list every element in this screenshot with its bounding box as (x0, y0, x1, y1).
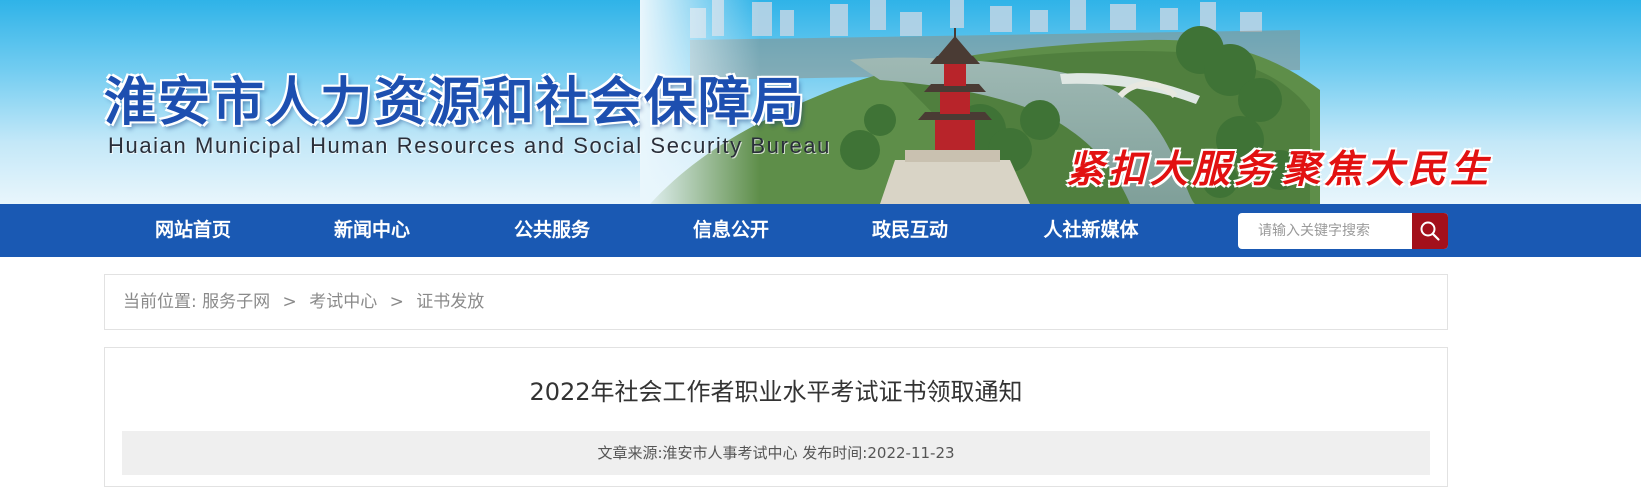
search-button[interactable] (1412, 213, 1448, 249)
site-title: 淮安市人力资源和社会保障局 (104, 72, 807, 133)
breadcrumb-separator: > (389, 292, 404, 312)
slogan-left: 紧扣大服务 (1066, 146, 1277, 191)
nav-item-info-disclosure[interactable]: 信息公开 (656, 204, 806, 257)
nav-item-interaction[interactable]: 政民互动 (835, 204, 985, 257)
article-meta: 文章来源:淮安市人事考试中心 发布时间:2022-11-23 (122, 431, 1430, 475)
article-title: 2022年社会工作者职业水平考试证书领取通知 (529, 378, 1023, 406)
slogan-right: 聚焦大民生 (1282, 146, 1493, 191)
main-nav: 网站首页 新闻中心 公共服务 信息公开 政民互动 人社新媒体 (0, 204, 1641, 257)
date-value: 2022-11-23 (867, 444, 955, 462)
breadcrumb-link-service-subnet[interactable]: 服务子网 (202, 275, 270, 329)
breadcrumb-separator: > (282, 292, 297, 312)
search-box (1238, 213, 1448, 249)
article-container: 2022年社会工作者职业水平考试证书领取通知 文章来源:淮安市人事考试中心 发布… (104, 347, 1448, 487)
search-icon (1420, 221, 1440, 241)
breadcrumb-link-certificate[interactable]: 证书发放 (416, 275, 484, 329)
nav-item-new-media[interactable]: 人社新媒体 (1016, 204, 1166, 257)
breadcrumb-prefix: 当前位置: (123, 292, 197, 312)
breadcrumb-link-exam-center[interactable]: 考试中心 (309, 275, 377, 329)
nav-item-public-service[interactable]: 公共服务 (477, 204, 627, 257)
source-label: 文章来源: (597, 444, 663, 462)
nav-item-news[interactable]: 新闻中心 (297, 204, 447, 257)
header-banner: 淮安市人力资源和社会保障局 Huaian Municipal Human Res… (0, 0, 1641, 204)
date-label: 发布时间: (802, 444, 868, 462)
search-input[interactable] (1238, 213, 1412, 249)
site-subtitle-english: Huaian Municipal Human Resources and Soc… (108, 133, 831, 158)
breadcrumb: 当前位置: 服务子网 > 考试中心 > 证书发放 (104, 274, 1448, 330)
source-value: 淮安市人事考试中心 (662, 444, 798, 462)
nav-item-home[interactable]: 网站首页 (118, 204, 268, 257)
